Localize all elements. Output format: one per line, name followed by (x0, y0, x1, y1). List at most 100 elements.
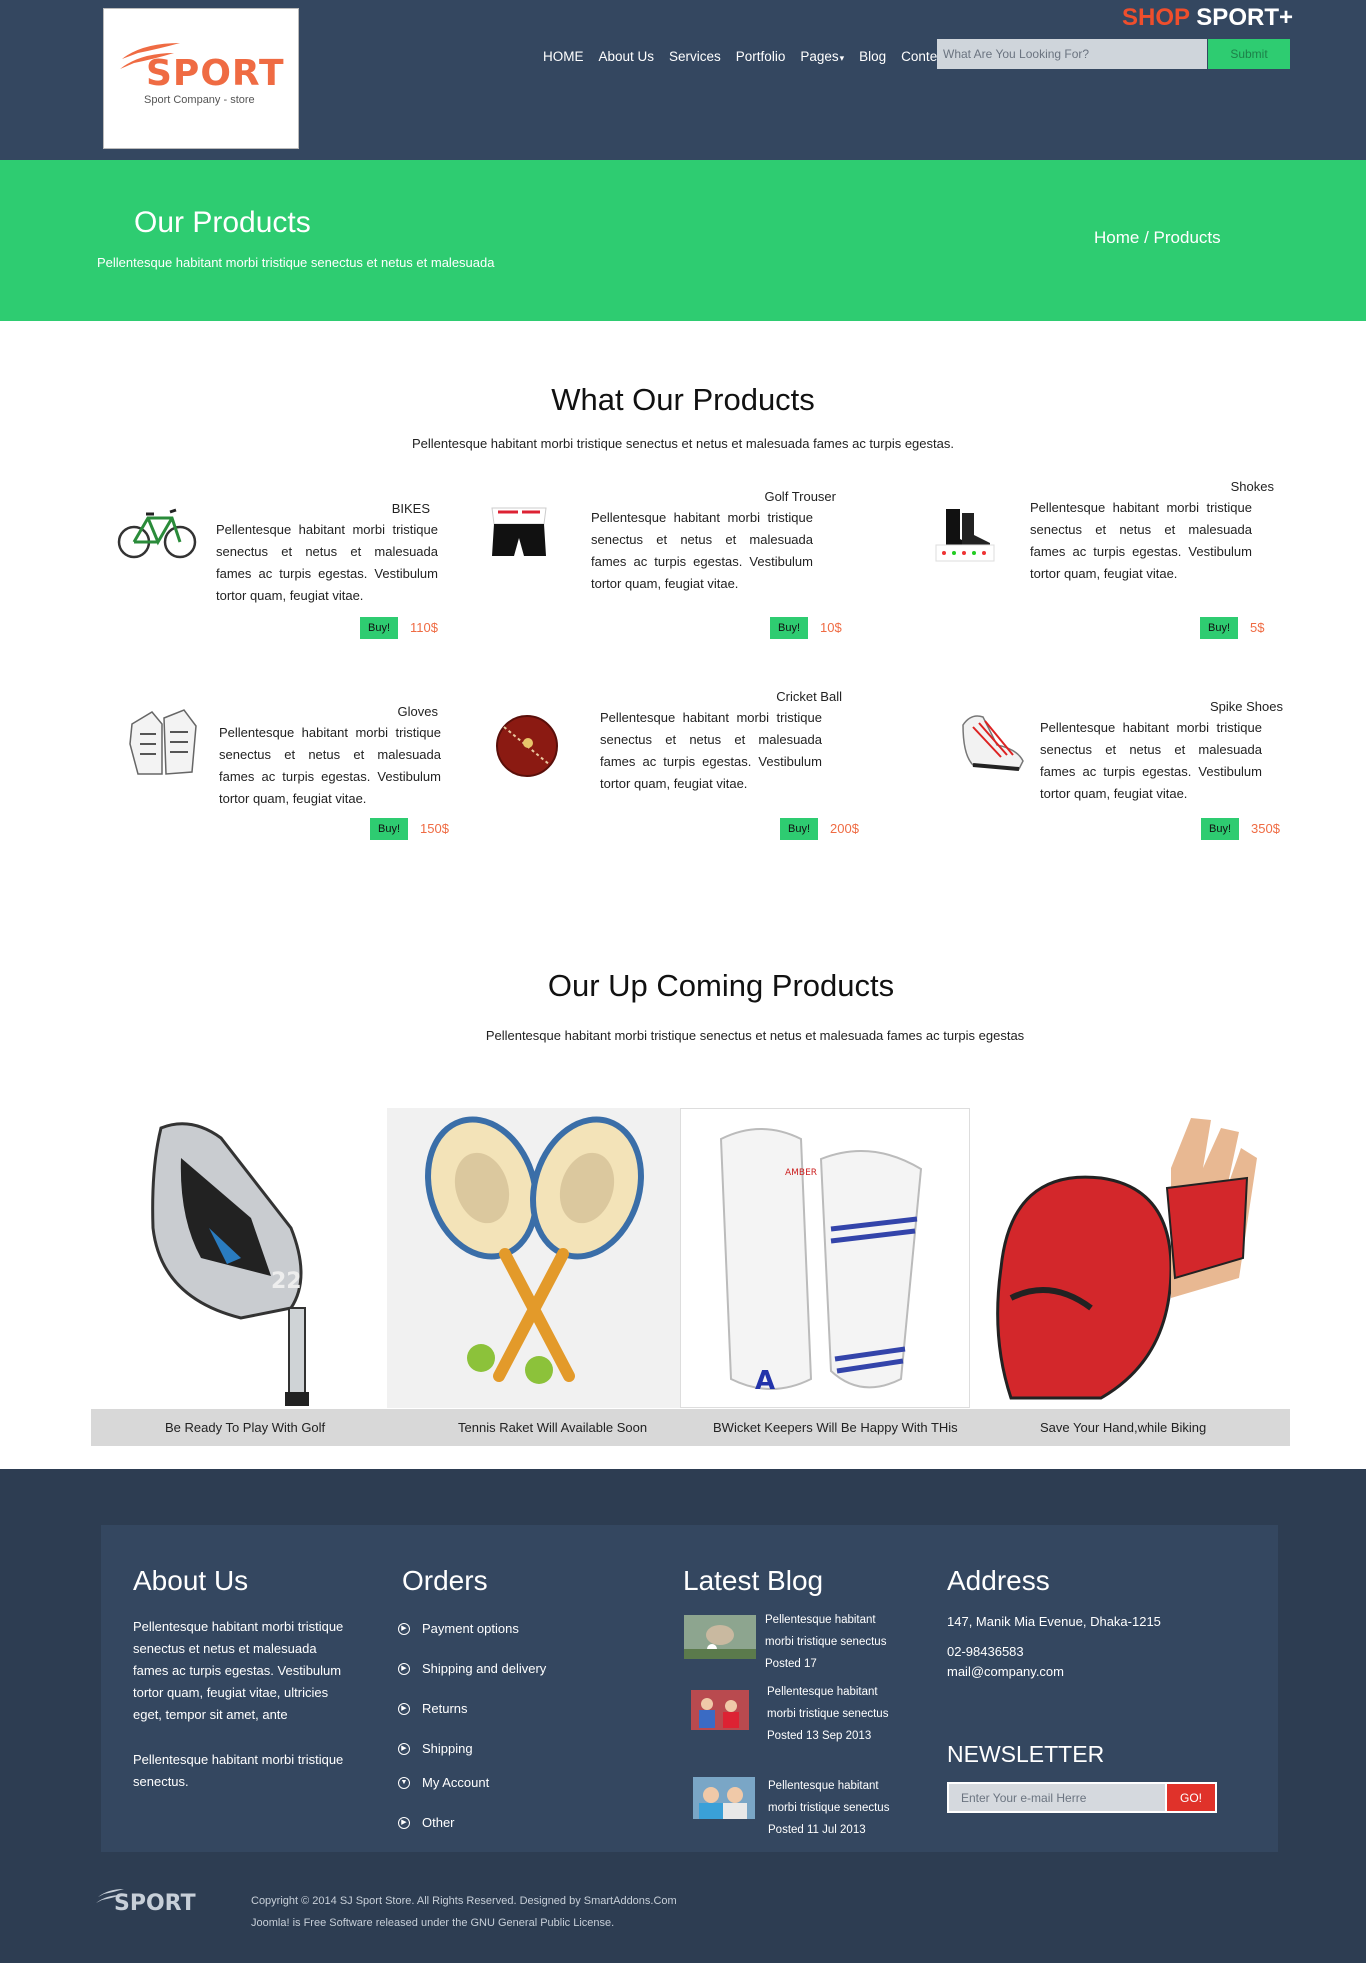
product-card: Cricket Ball Pellentesque habitant morbi… (492, 685, 859, 840)
arrow-circle-icon: ▶ (398, 1622, 410, 1635)
newsletter-email-input[interactable] (947, 1782, 1165, 1813)
nav-pages[interactable]: Pages ▾ (800, 49, 844, 64)
order-link-returns[interactable]: ▶ Returns (398, 1701, 468, 1716)
product-price: 350$ (1251, 821, 1280, 836)
search-submit-button[interactable]: Submit (1208, 39, 1290, 69)
footer-phone: 02-98436583 (947, 1644, 1024, 1659)
product-price: 110$ (410, 620, 438, 635)
newsletter-title: NEWSLETTER (947, 1741, 1105, 1767)
order-link-label: Returns (422, 1701, 468, 1716)
footer-orders-title: Orders (402, 1565, 488, 1596)
arrow-circle-icon: ▶ (398, 1816, 410, 1829)
product-description: Pellentesque habitant morbi tristique se… (591, 510, 813, 591)
order-link-shipping[interactable]: ▶ Shipping (398, 1741, 473, 1756)
product-description: Pellentesque habitant morbi tristique se… (1030, 500, 1252, 581)
search-input[interactable] (937, 39, 1207, 69)
blog-thumbnail[interactable] (684, 1615, 756, 1659)
leg-pads-icon: A AMBER (719, 1128, 923, 1396)
order-link-label: Payment options (422, 1621, 519, 1636)
svg-text:A: A (755, 1366, 775, 1396)
brand-title: SHOP SPORT+ (1122, 4, 1293, 32)
upcoming-card[interactable] (971, 1108, 1290, 1408)
nav-pages-label: Pages (800, 49, 839, 64)
product-description: Pellentesque habitant morbi tristique se… (216, 522, 438, 603)
brand-sport: SPORT+ (1196, 4, 1293, 31)
breadcrumb-home[interactable]: Home / (1094, 228, 1149, 247)
buy-button[interactable]: Buy! (1200, 617, 1238, 639)
product-card: Golf Trouser Pellentesque habitant morbi… (488, 485, 842, 640)
logo-word: SPORT (146, 53, 285, 94)
footer-logo-word: SPORT (114, 1891, 196, 1916)
svg-text:22: 22 (271, 1269, 302, 1294)
brand-shop: SHOP (1122, 4, 1190, 31)
upcoming-caption: Save Your Hand,while Biking (1040, 1420, 1207, 1435)
shoe-icon (962, 715, 1024, 771)
breadcrumb: Home / Products (1094, 228, 1221, 248)
nav-about-us[interactable]: About Us (599, 49, 655, 64)
shorts-icon (491, 507, 547, 556)
footer-blog-title: Latest Blog (683, 1565, 824, 1596)
product-name: Cricket Ball (776, 689, 842, 704)
order-link-my-account[interactable]: ▼ My Account (398, 1775, 489, 1790)
product-card: Shokes Pellentesque habitant morbi trist… (932, 475, 1280, 640)
arrow-circle-icon: ▼ (398, 1776, 410, 1789)
nav-portfolio[interactable]: Portfolio (736, 49, 786, 64)
footer-about-title: About Us (133, 1565, 249, 1596)
product-description: Pellentesque habitant morbi tristique se… (600, 710, 822, 791)
breadcrumb-current: Products (1153, 228, 1221, 247)
footer-email[interactable]: mail@company.com (947, 1661, 1064, 1683)
product-price: 200$ (830, 821, 859, 836)
product-name: BIKES (391, 501, 430, 516)
nav-home[interactable]: HOME (543, 49, 584, 64)
nav-services[interactable]: Services (669, 49, 721, 64)
upcoming-card[interactable]: A AMBER (680, 1108, 970, 1408)
site-header: SPORT Sport Company - store SHOP SPORT+ … (0, 0, 1366, 160)
svg-text:AMBER: AMBER (785, 1168, 817, 1178)
glove-icon (129, 709, 197, 775)
blog-post-title[interactable]: Pellentesque habitant morbi tristique se… (767, 1681, 907, 1747)
product-description: Pellentesque habitant morbi tristique se… (219, 725, 441, 806)
upcoming-card[interactable] (387, 1108, 680, 1408)
upcoming-caption: Tennis Raket Will Available Soon (458, 1420, 648, 1435)
page-title: Our Products (134, 206, 311, 239)
order-link-payment[interactable]: ▶ Payment options (398, 1621, 519, 1636)
buy-button[interactable]: Buy! (770, 617, 808, 639)
buy-button[interactable]: Buy! (780, 818, 818, 840)
blog-post-title[interactable]: Pellentesque habitant morbi tristique se… (765, 1609, 905, 1675)
upcoming-section-title: Our Up Coming Products (547, 968, 895, 1003)
page-subtitle: Pellentesque habitant morbi tristique se… (97, 255, 495, 270)
license-text: Joomla! is Free Software released under … (251, 1917, 615, 1929)
product-price: 5$ (1250, 620, 1265, 635)
upcoming-caption: Be Ready To Play With Golf (165, 1420, 326, 1435)
site-footer: About Us Pellentesque habitant morbi tri… (0, 1469, 1366, 1963)
buy-button[interactable]: Buy! (360, 617, 398, 639)
boxing-glove-icon (996, 1118, 1257, 1400)
site-logo[interactable]: SPORT Sport Company - store (103, 8, 299, 149)
page-hero: Our Products Pellentesque habitant morbi… (0, 160, 1366, 321)
upcoming-card[interactable]: 22 (91, 1108, 386, 1408)
order-link-label: Shipping and delivery (422, 1661, 547, 1676)
product-price: 10$ (820, 620, 842, 635)
order-link-label: Shipping (422, 1741, 473, 1756)
product-name: Spike Shoes (1210, 699, 1283, 714)
order-link-shipping-delivery[interactable]: ▶ Shipping and delivery (398, 1661, 546, 1676)
copyright-text: Copyright © 2014 SJ Sport Store. All Rig… (251, 1895, 677, 1907)
blog-post-title[interactable]: Pellentesque habitant morbi tristique se… (768, 1775, 908, 1841)
newsletter-submit-button[interactable]: GO! (1165, 1782, 1217, 1813)
footer-address-title: Address (947, 1565, 1050, 1596)
cricket-ball-icon (496, 715, 558, 777)
buy-button[interactable]: Buy! (370, 818, 408, 840)
bicycle-icon (117, 508, 197, 559)
product-price: 150$ (420, 821, 449, 836)
product-name: Gloves (397, 704, 438, 719)
product-card: BIKES Pellentesque habitant morbi tristi… (116, 495, 438, 640)
nav-blog[interactable]: Blog (859, 49, 886, 64)
order-link-other[interactable]: ▶ Other (398, 1815, 455, 1830)
upcoming-section-subtitle: Pellentesque habitant morbi tristique se… (485, 1028, 1025, 1043)
tennis-racket-icon (425, 1116, 644, 1384)
blog-thumbnail[interactable] (693, 1777, 755, 1819)
product-card: Spike Shoes Pellentesque habitant morbi … (955, 695, 1291, 840)
logo-tagline: Sport Company - store (144, 94, 255, 106)
blog-thumbnail[interactable] (691, 1690, 749, 1730)
buy-button[interactable]: Buy! (1201, 818, 1239, 840)
